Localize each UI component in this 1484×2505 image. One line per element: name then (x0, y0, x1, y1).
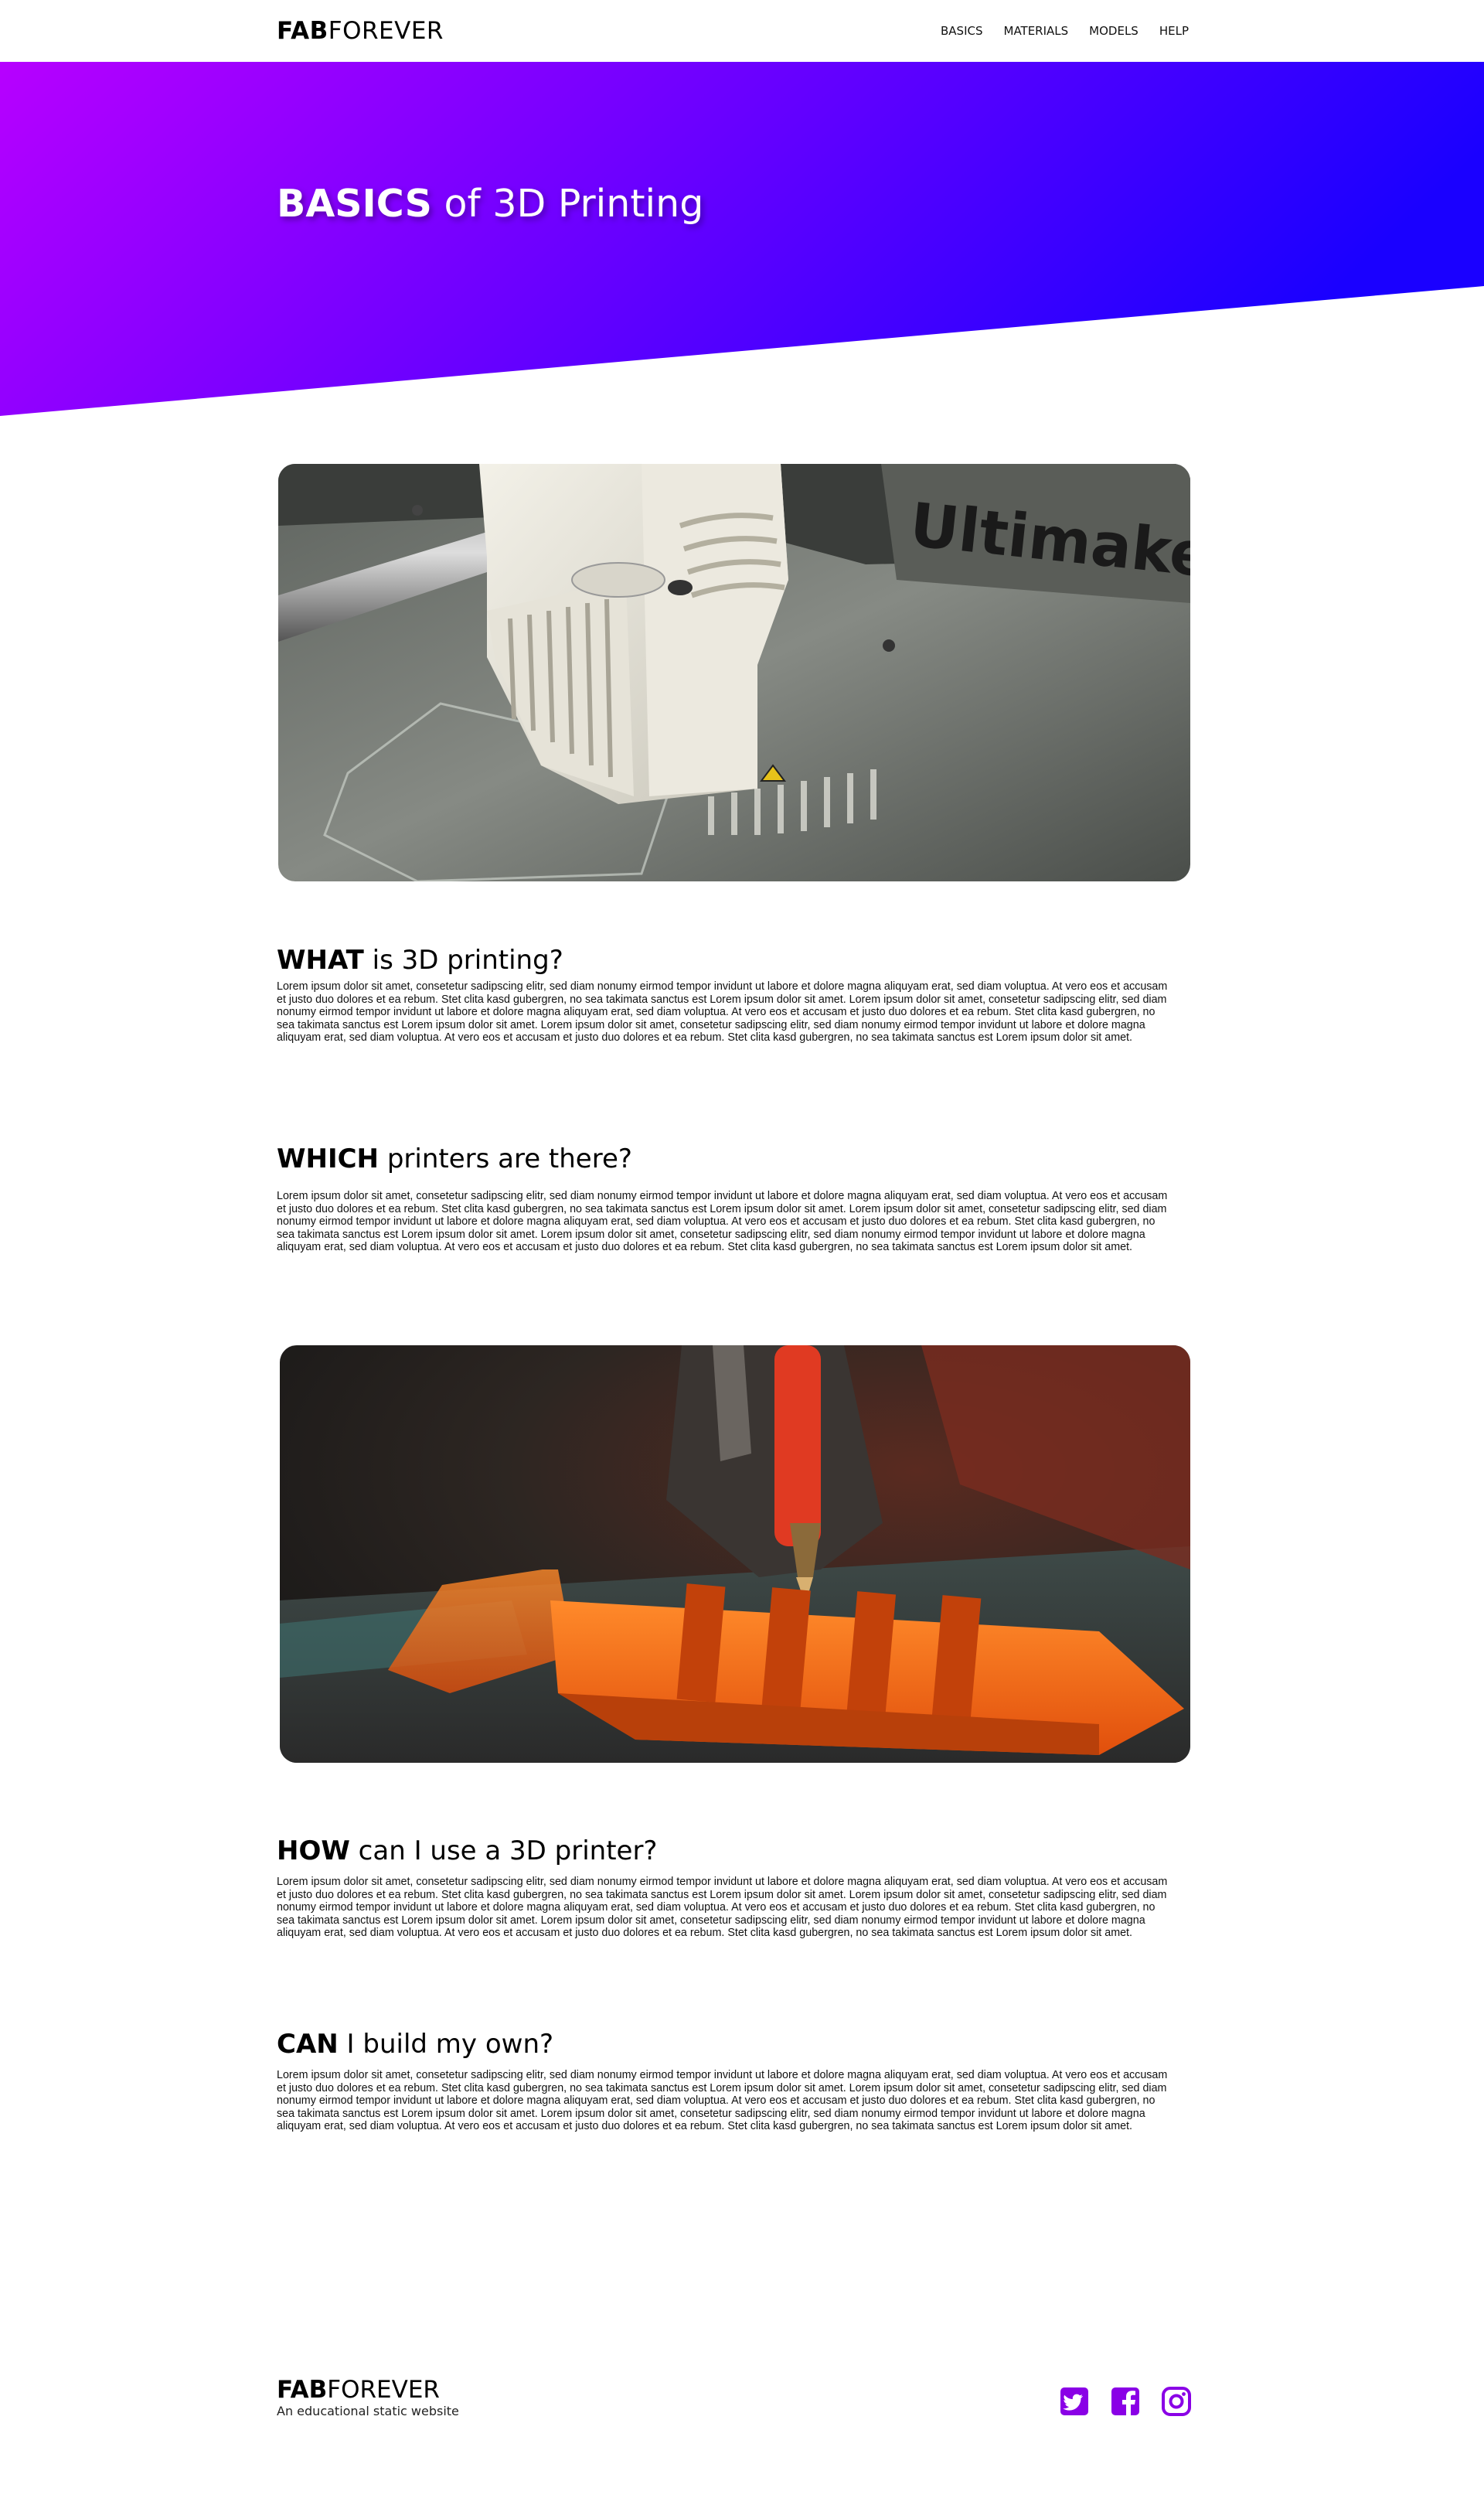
section-body: Lorem ipsum dolor sit amet, consetetur s… (277, 2069, 1168, 2132)
section-heading: WHICH printers are there? (277, 1142, 1173, 1176)
site-logo[interactable]: FABFOREVER (277, 15, 444, 46)
nav-models[interactable]: MODELS (1089, 23, 1139, 39)
section-heading: CAN I build my own? (277, 2027, 1173, 2061)
heading-rest: I build my own? (338, 2029, 554, 2060)
hero-gradient-background (0, 62, 1484, 416)
section-which: WHICH printers are there? Lorem ipsum do… (277, 1142, 1173, 1254)
section-how: HOW can I use a 3D printer? Lorem ipsum … (277, 1834, 1173, 1940)
section-body: Lorem ipsum dolor sit amet, consetetur s… (277, 980, 1168, 1044)
printer-head-illustration: Ultimaker (278, 464, 1190, 881)
heading-rest: printers are there? (379, 1143, 632, 1174)
section-can: CAN I build my own? Lorem ipsum dolor si… (277, 2027, 1173, 2133)
footer-logo-regular: FOREVER (327, 2376, 440, 2404)
logo-bold: FAB (277, 17, 328, 45)
main-nav: BASICS MATERIALS MODELS HELP (941, 23, 1189, 39)
hero-banner: BASICS of 3D Printing (0, 62, 1484, 418)
heading-bold: HOW (277, 1835, 350, 1866)
footer-logo[interactable]: FABFOREVER (277, 2374, 440, 2405)
heading-rest: is 3D printing? (363, 945, 563, 976)
section-heading: WHAT is 3D printing? (277, 943, 1173, 977)
nav-help[interactable]: HELP (1159, 23, 1189, 39)
printer-head-photo: Ultimaker (278, 464, 1190, 881)
hero-title: BASICS of 3D Printing (277, 182, 703, 226)
heading-bold: WHICH (277, 1143, 380, 1174)
hero-title-bold: BASICS (277, 182, 432, 226)
nav-materials[interactable]: MATERIALS (1004, 23, 1069, 39)
twitter-icon[interactable] (1059, 2386, 1090, 2417)
nav-basics[interactable]: BASICS (941, 23, 983, 39)
instagram-icon[interactable] (1161, 2386, 1192, 2417)
section-body: Lorem ipsum dolor sit amet, consetetur s… (277, 1876, 1168, 1939)
section-body: Lorem ipsum dolor sit amet, consetetur s… (277, 1190, 1168, 1253)
hero-title-rest: of 3D Printing (431, 182, 704, 226)
heading-bold: WHAT (277, 945, 364, 976)
orange-print-illustration (280, 1345, 1190, 1763)
logo-regular: FOREVER (328, 17, 444, 45)
orange-print-photo (280, 1345, 1190, 1763)
facebook-icon[interactable] (1110, 2386, 1141, 2417)
heading-rest: can I use a 3D printer? (349, 1835, 658, 1866)
section-what: WHAT is 3D printing? Lorem ipsum dolor s… (277, 943, 1173, 1045)
footer-logo-bold: FAB (277, 2376, 328, 2404)
footer-tagline: An educational static website (277, 2404, 459, 2418)
section-heading: HOW can I use a 3D printer? (277, 1834, 1173, 1868)
heading-bold: CAN (277, 2029, 339, 2060)
site-header: FABFOREVER BASICS MATERIALS MODELS HELP (0, 0, 1484, 62)
